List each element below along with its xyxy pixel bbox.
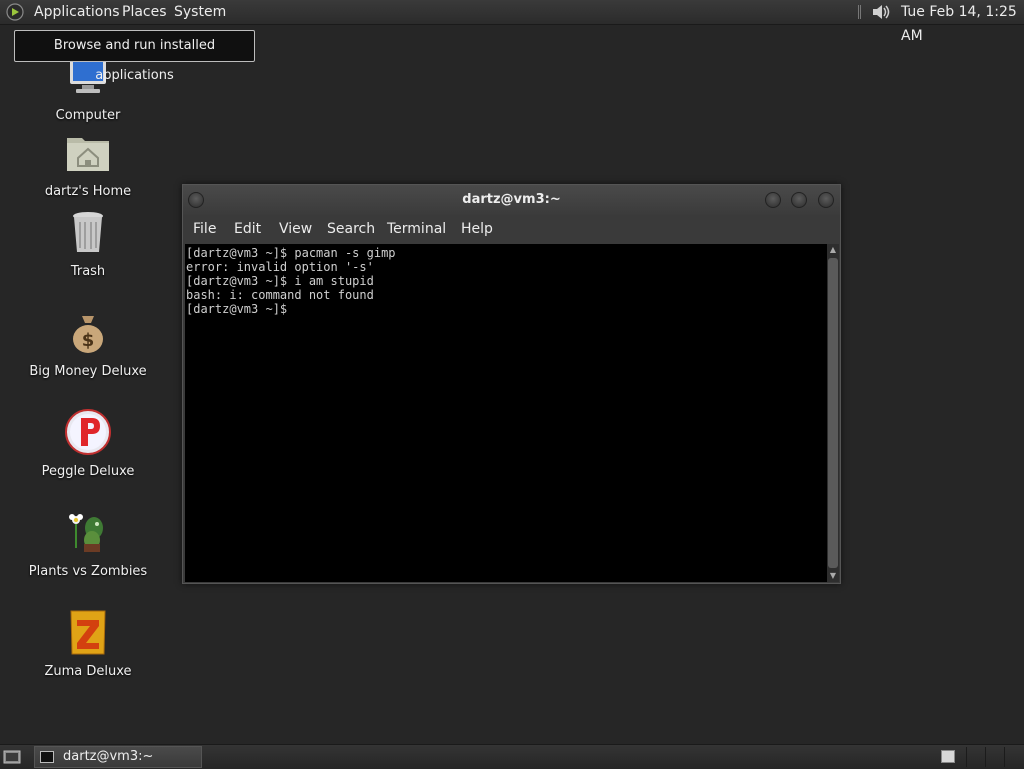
taskbar-label: dartz@vm3:~ <box>63 749 154 764</box>
terminal-titlebar[interactable]: dartz@vm3:~ <box>183 185 840 215</box>
terminal-prompt: [dartz@vm3 ~]$ <box>186 302 295 316</box>
workspace-1[interactable] <box>941 750 955 763</box>
terminal-menubar: File Edit View Search Terminal Help <box>183 215 840 243</box>
desktop-icon-label: Trash <box>70 264 106 279</box>
peggle-icon <box>65 409 111 455</box>
workspace-divider <box>1004 747 1005 767</box>
terminal-window[interactable]: dartz@vm3:~ File Edit View Search Termin… <box>182 184 841 584</box>
places-menu[interactable]: Places <box>122 0 167 24</box>
desktop-icon-zuma[interactable]: Zuma Deluxe <box>18 608 158 679</box>
desktop-icon-pvz[interactable]: Plants vs Zombies <box>18 508 158 579</box>
workspace-divider <box>985 747 986 767</box>
terminal-title: dartz@vm3:~ <box>462 192 561 207</box>
menu-help[interactable]: Help <box>461 215 493 243</box>
close-button[interactable] <box>818 192 834 208</box>
menu-terminal[interactable]: Terminal <box>387 215 446 243</box>
desktop-icon-label: Big Money Deluxe <box>29 364 147 379</box>
applications-menu[interactable]: Applications <box>34 0 120 24</box>
desktop-icon-label: dartz's Home <box>44 184 132 199</box>
applications-tooltip: Browse and run installed applications <box>14 30 255 83</box>
plants-vs-zombies-icon <box>69 514 103 552</box>
show-desktop-icon[interactable] <box>3 749 21 765</box>
taskbar-terminal-button[interactable]: dartz@vm3:~ <box>34 746 202 768</box>
menu-search[interactable]: Search <box>327 215 375 243</box>
terminal-line: [dartz@vm3 ~]$ pacman -s gimp <box>186 246 396 260</box>
terminal-line: [dartz@vm3 ~]$ i am stupid <box>186 274 374 288</box>
terminal-scrollbar[interactable]: ▲ ▼ <box>827 244 839 582</box>
trash-icon <box>73 212 103 252</box>
minimize-button[interactable] <box>765 192 781 208</box>
terminal-line: error: invalid option '-s' <box>186 260 374 274</box>
scrollbar-thumb[interactable] <box>828 258 838 568</box>
desktop-icon-big-money[interactable]: $ Big Money Deluxe <box>18 308 158 379</box>
terminal-icon <box>40 751 54 763</box>
svg-text:$: $ <box>82 330 95 351</box>
desktop-icon-label: Plants vs Zombies <box>28 564 148 579</box>
system-menu[interactable]: System <box>174 0 226 24</box>
menu-view[interactable]: View <box>279 215 312 243</box>
top-panel: Applications Places System Tue Feb 14, 1… <box>0 0 1024 44</box>
desktop-icon-peggle[interactable]: Peggle Deluxe <box>18 408 158 479</box>
terminal-output[interactable]: [dartz@vm3 ~]$ pacman -s gimp error: inv… <box>185 244 827 582</box>
menu-edit[interactable]: Edit <box>234 215 261 243</box>
zuma-icon <box>70 610 106 655</box>
maximize-button[interactable] <box>791 192 807 208</box>
scroll-up-icon[interactable]: ▲ <box>827 244 839 256</box>
desktop-icon-trash[interactable]: Trash <box>18 208 158 279</box>
home-folder-icon <box>67 138 109 171</box>
desktop-icon-label: Computer <box>55 108 121 123</box>
menu-file[interactable]: File <box>193 215 216 243</box>
scroll-down-icon[interactable]: ▼ <box>827 570 839 582</box>
desktop-icon-label: Peggle Deluxe <box>41 464 135 479</box>
clock[interactable]: Tue Feb 14, 1:25 AM <box>901 0 1024 44</box>
bottom-panel: dartz@vm3:~ <box>0 744 1024 769</box>
speaker-volume-icon[interactable] <box>869 2 893 22</box>
desktop-icon-label: Zuma Deluxe <box>44 664 132 679</box>
gnome-foot-icon[interactable] <box>6 3 24 21</box>
workspace-divider <box>966 747 967 767</box>
money-bag-icon: $ <box>73 316 103 353</box>
tray-handle-icon <box>858 5 861 19</box>
desktop-icon-home[interactable]: dartz's Home <box>18 128 158 199</box>
terminal-line: bash: i: command not found <box>186 288 374 302</box>
